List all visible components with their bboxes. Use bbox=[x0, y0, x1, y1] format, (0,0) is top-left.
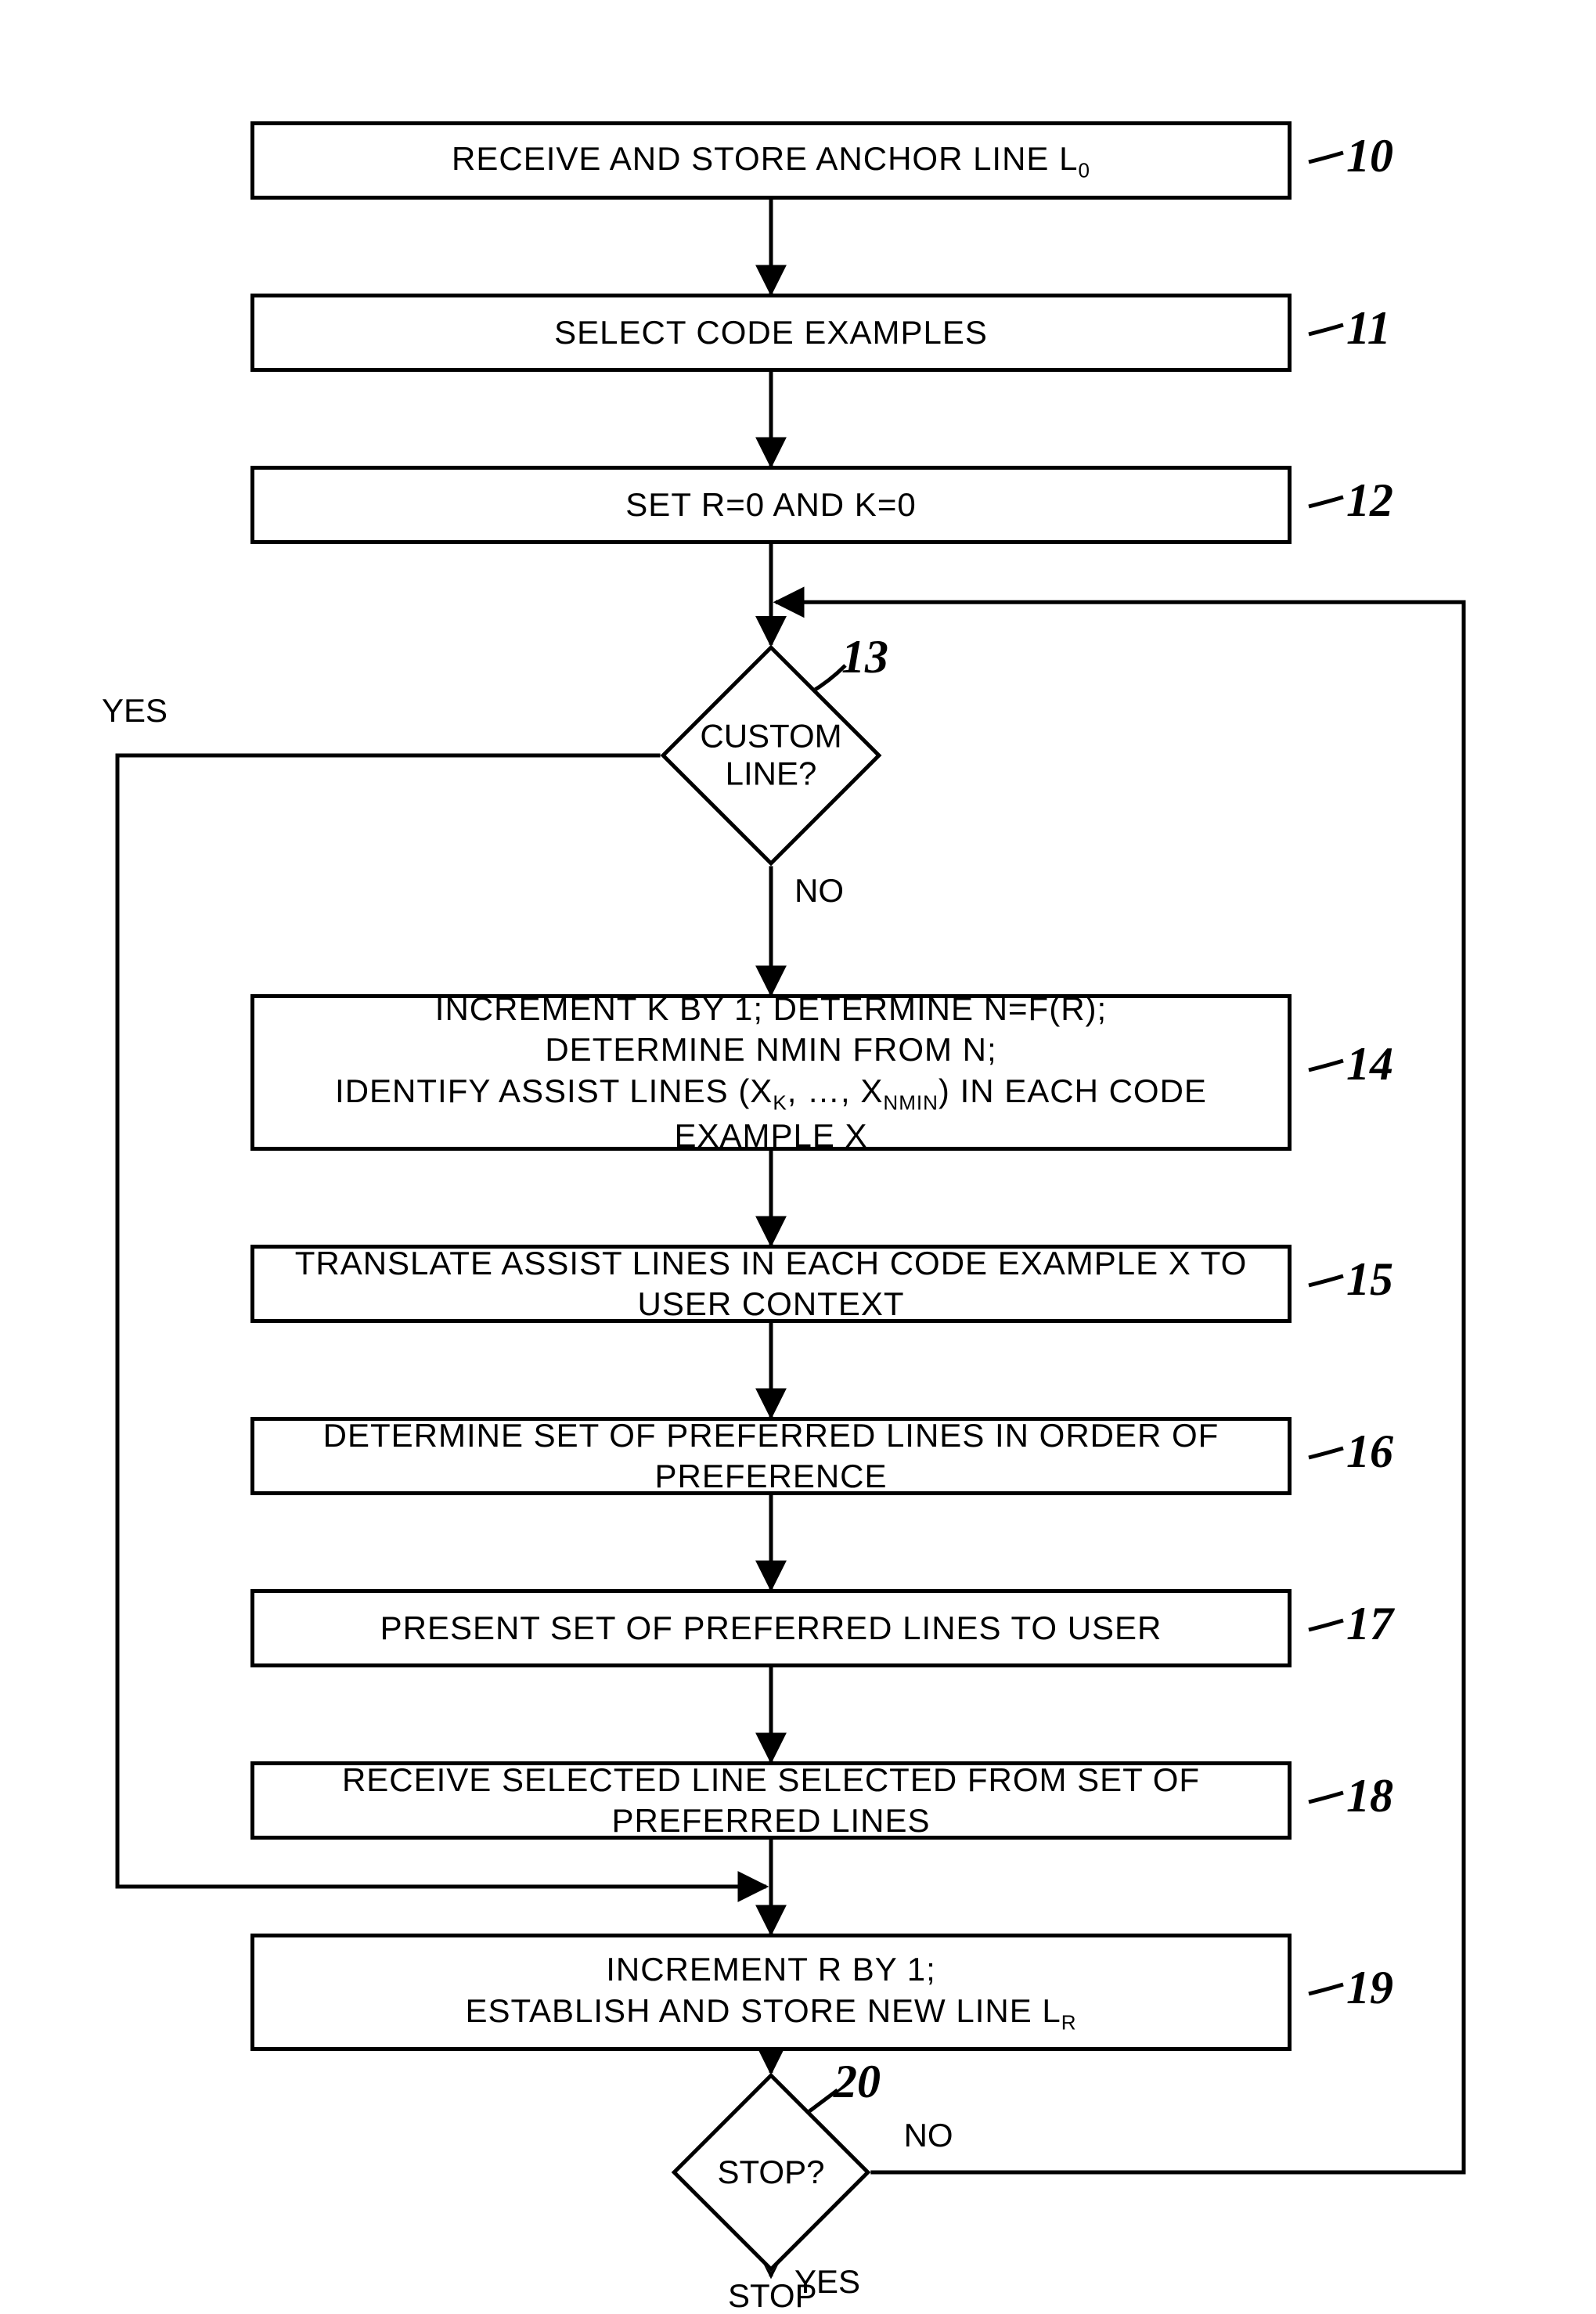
edge-no-top: NO bbox=[794, 873, 844, 909]
ref-label-11: 11 bbox=[1346, 301, 1391, 355]
ref-label-13: 13 bbox=[841, 630, 888, 684]
flow-step-19: INCREMENT R BY 1;ESTABLISH AND STORE NEW… bbox=[250, 1934, 1292, 2051]
flow-step-10: RECEIVE AND STORE ANCHOR LINE L0 bbox=[250, 121, 1292, 200]
flow-step-11: SELECT CODE EXAMPLES bbox=[250, 294, 1292, 372]
ref-label-16: 16 bbox=[1346, 1425, 1393, 1479]
flow-step-14: INCREMENT K BY 1; DETERMINE N=F(R);DETER… bbox=[250, 994, 1292, 1151]
flow-step-15: TRANSLATE ASSIST LINES IN EACH CODE EXAM… bbox=[250, 1245, 1292, 1323]
ref-label-17: 17 bbox=[1346, 1597, 1393, 1651]
flow-decision-label-13: CUSTOM LINE? bbox=[660, 718, 883, 794]
flow-step-18: RECEIVE SELECTED LINE SELECTED FROM SET … bbox=[250, 1761, 1292, 1840]
ref-label-10: 10 bbox=[1346, 129, 1393, 183]
edge-no-bottom: NO bbox=[904, 2118, 953, 2154]
edge-yes-top: YES bbox=[102, 693, 168, 729]
flow-step-17: PRESENT SET OF PREFERRED LINES TO USER bbox=[250, 1589, 1292, 1667]
flow-step-12: SET R=0 AND K=0 bbox=[250, 466, 1292, 544]
flow-step-16: DETERMINE SET OF PREFERRED LINES IN ORDE… bbox=[250, 1417, 1292, 1495]
ref-label-18: 18 bbox=[1346, 1769, 1393, 1823]
flow-decision-label-20: STOP? bbox=[672, 2154, 871, 2191]
ref-label-15: 15 bbox=[1346, 1253, 1393, 1307]
ref-label-14: 14 bbox=[1346, 1037, 1393, 1091]
ref-label-12: 12 bbox=[1346, 474, 1393, 528]
ref-label-19: 19 bbox=[1346, 1961, 1393, 2015]
ref-label-20: 20 bbox=[834, 2055, 881, 2109]
edge-yes-bottom: YES bbox=[794, 2264, 860, 2300]
